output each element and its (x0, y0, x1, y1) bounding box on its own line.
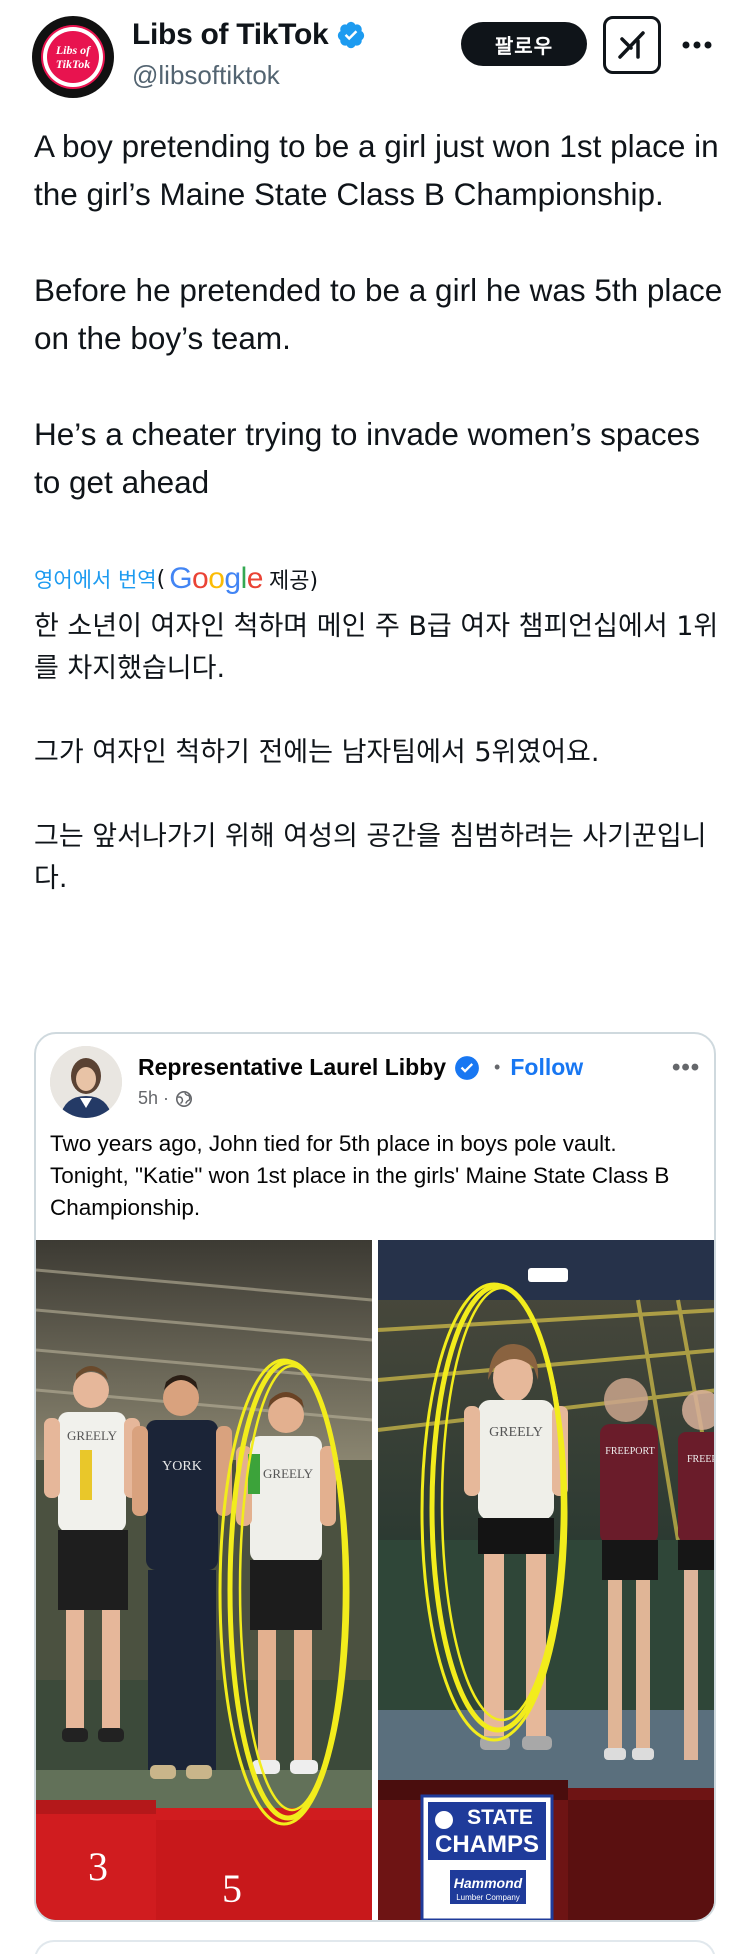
more-options-button[interactable] (680, 28, 714, 62)
podium-number-3: 3 (88, 1844, 108, 1889)
shirt-text: FREEP (687, 1454, 716, 1465)
sign-line-1: STATE (467, 1806, 533, 1829)
follow-button[interactable]: 팔로우 (461, 22, 587, 66)
state-champs-sign: STATE CHAMPS Hammond Lumber Company (420, 1794, 554, 1920)
embedded-author-name[interactable]: Representative Laurel Libby (138, 1054, 446, 1081)
translated-text: 한 소년이 여자인 척하며 메인 주 B급 여자 챔피언십에서 1위를 차지했습… (34, 606, 724, 900)
podium-photo-girls[interactable]: GREELY FREEPORT FREEP STATE CHAMPS Hammo… (378, 1240, 716, 1920)
embedded-post-header: Representative Laurel Libby • Follow 5h … (36, 1034, 714, 1220)
next-item-edge (34, 1940, 716, 1954)
embedded-post-text: Two years ago, John tied for 5th place i… (50, 1131, 670, 1220)
podium-number-5: 5 (222, 1866, 242, 1911)
translated-paragraph: 그가 여자인 척하기 전에는 남자팀에서 5위였어요. (34, 737, 600, 768)
verified-badge-icon (338, 21, 365, 49)
translate-provider-suffix: 제공) (268, 569, 319, 594)
translate-link[interactable]: 영어에서 번역 (34, 564, 157, 594)
embedded-author-avatar[interactable] (50, 1046, 122, 1118)
avatar-text-top: Libs of (55, 43, 91, 57)
shirt-text: FREEPORT (605, 1446, 654, 1457)
tweet-header: Libs of TikTok Libs of TikTok @libsoftik… (0, 0, 750, 110)
separator-dot: • (494, 1057, 501, 1077)
tweet-paragraph: A boy pretending to be a girl just won 1… (34, 128, 719, 212)
translation-attribution: 영어에서 번역 ( Google 제공) (34, 562, 318, 596)
embedded-more-icon[interactable]: ••• (672, 1054, 700, 1082)
embedded-media-card[interactable]: Representative Laurel Libby • Follow 5h … (34, 1032, 716, 1922)
account-handle[interactable]: @libsoftiktok (132, 60, 280, 91)
avatar-logo: Libs of TikTok (41, 25, 105, 89)
shirt-text: GREELY (263, 1466, 314, 1481)
embedded-follow-link[interactable]: Follow (510, 1054, 583, 1081)
globe-icon (176, 1090, 193, 1107)
podium-photo-boys[interactable]: 3 5 GREELY YORK GREELY (36, 1240, 372, 1920)
profile-avatar[interactable]: Libs of TikTok (32, 16, 114, 98)
avatar-text-bottom: TikTok (56, 57, 90, 71)
tweet-paragraph: Before he pretended to be a girl he was … (34, 272, 723, 356)
sign-line-2: CHAMPS (435, 1831, 539, 1858)
sign-line-4: Lumber Company (456, 1893, 520, 1902)
embedded-timestamp: 5h · (138, 1088, 170, 1108)
shirt-text: YORK (162, 1459, 202, 1474)
translate-paren-open: ( (156, 566, 166, 592)
sign-line-3: Hammond (454, 1875, 523, 1891)
embedded-photos: 3 5 GREELY YORK GREELY GREELY FREEPORT F… (36, 1240, 716, 1920)
tweet-body: A boy pretending to be a girl just won 1… (34, 122, 724, 506)
tweet-paragraph: He’s a cheater trying to invade women’s … (34, 416, 700, 500)
shirt-text: GREELY (489, 1425, 543, 1440)
more-horizontal-icon (682, 41, 712, 49)
name-row: Libs of TikTok (132, 18, 366, 52)
verified-badge-icon (455, 1055, 479, 1080)
embedded-name-row: Representative Laurel Libby • Follow (138, 1054, 583, 1081)
shirt-text: GREELY (67, 1428, 118, 1443)
grok-button[interactable] (603, 16, 661, 74)
google-logo: Google (169, 562, 263, 595)
translated-paragraph: 한 소년이 여자인 척하며 메인 주 B급 여자 챔피언십에서 1위를 차지했습… (34, 611, 719, 684)
translated-paragraph: 그는 앞서나가기 위해 여성의 공간을 침범하려는 사기꾼입니다. (34, 821, 707, 894)
display-name[interactable]: Libs of TikTok (132, 18, 329, 52)
embedded-timestamp-row: 5h · (138, 1088, 193, 1109)
grok-icon (618, 31, 645, 59)
